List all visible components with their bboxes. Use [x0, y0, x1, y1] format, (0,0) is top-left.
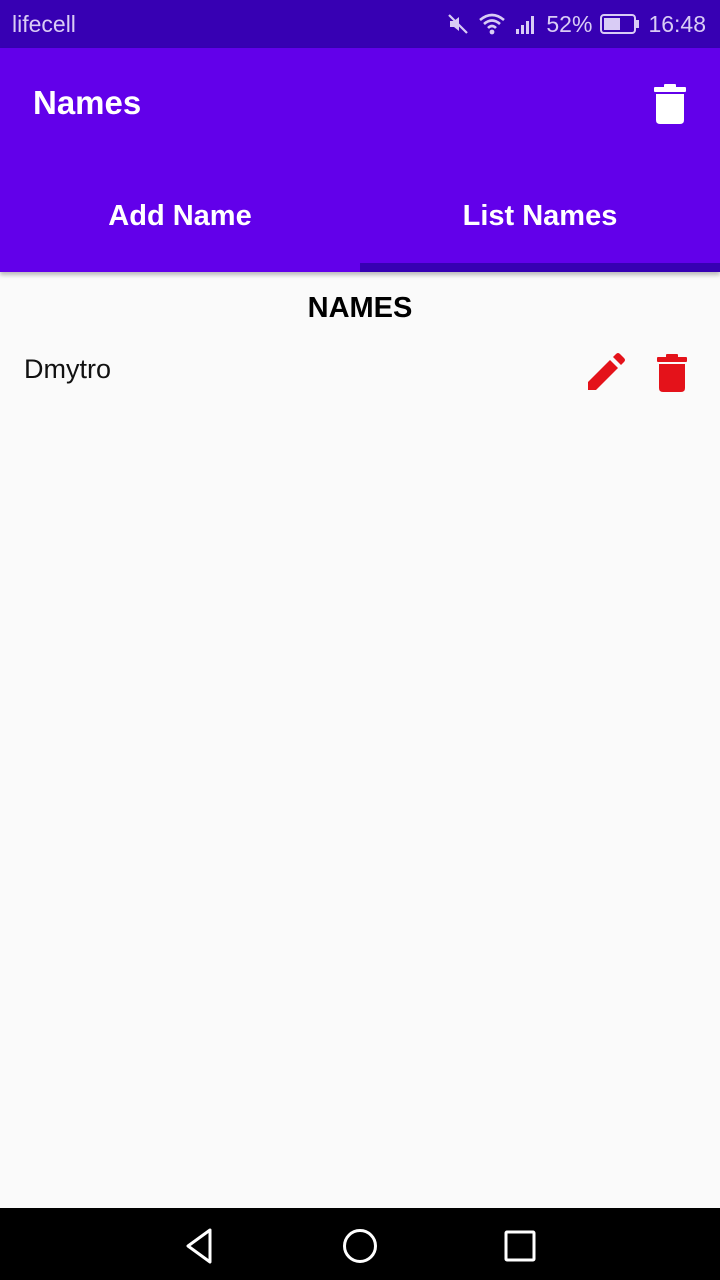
recents-icon [504, 1230, 536, 1262]
list-heading: NAMES [307, 292, 413, 324]
trash-icon [657, 354, 687, 392]
tab-bar: Add Name List Names [0, 160, 720, 272]
wifi-icon [478, 12, 506, 36]
tab-label: Add Name [108, 200, 252, 232]
signal-icon [514, 12, 538, 36]
battery-icon [600, 13, 640, 35]
status-bar: lifecell 52% 16:48 [0, 0, 720, 48]
list-item-name: Dmytro [24, 354, 111, 384]
tab-add-name[interactable]: Add Name [0, 160, 360, 272]
delete-button[interactable] [652, 351, 692, 395]
battery-percentage: 52% [546, 10, 593, 37]
tab-list-names[interactable]: List Names [360, 160, 720, 272]
back-button[interactable] [180, 1226, 220, 1266]
tab-label: List Names [462, 200, 618, 232]
app-bar: Names Add Name List Names [0, 48, 720, 272]
selected-tab-indicator [360, 263, 720, 272]
home-button[interactable] [340, 1226, 380, 1266]
names-list: NAMES Dmytro [0, 272, 720, 1208]
edit-icon [588, 353, 625, 390]
edit-button[interactable] [584, 352, 626, 394]
list-item: Dmytro [0, 342, 720, 404]
delete-all-button[interactable] [650, 80, 690, 128]
navigation-bar [0, 1208, 720, 1280]
status-icons: 52% 16:48 [446, 11, 706, 38]
clock: 16:48 [648, 10, 706, 37]
trash-icon [654, 84, 686, 124]
back-icon [186, 1228, 212, 1264]
carrier-name: lifecell [12, 10, 76, 37]
toolbar: Names [0, 48, 720, 160]
recents-button[interactable] [500, 1226, 540, 1266]
home-icon [343, 1229, 377, 1263]
app-title: Names [33, 84, 142, 121]
mute-icon [446, 12, 470, 36]
